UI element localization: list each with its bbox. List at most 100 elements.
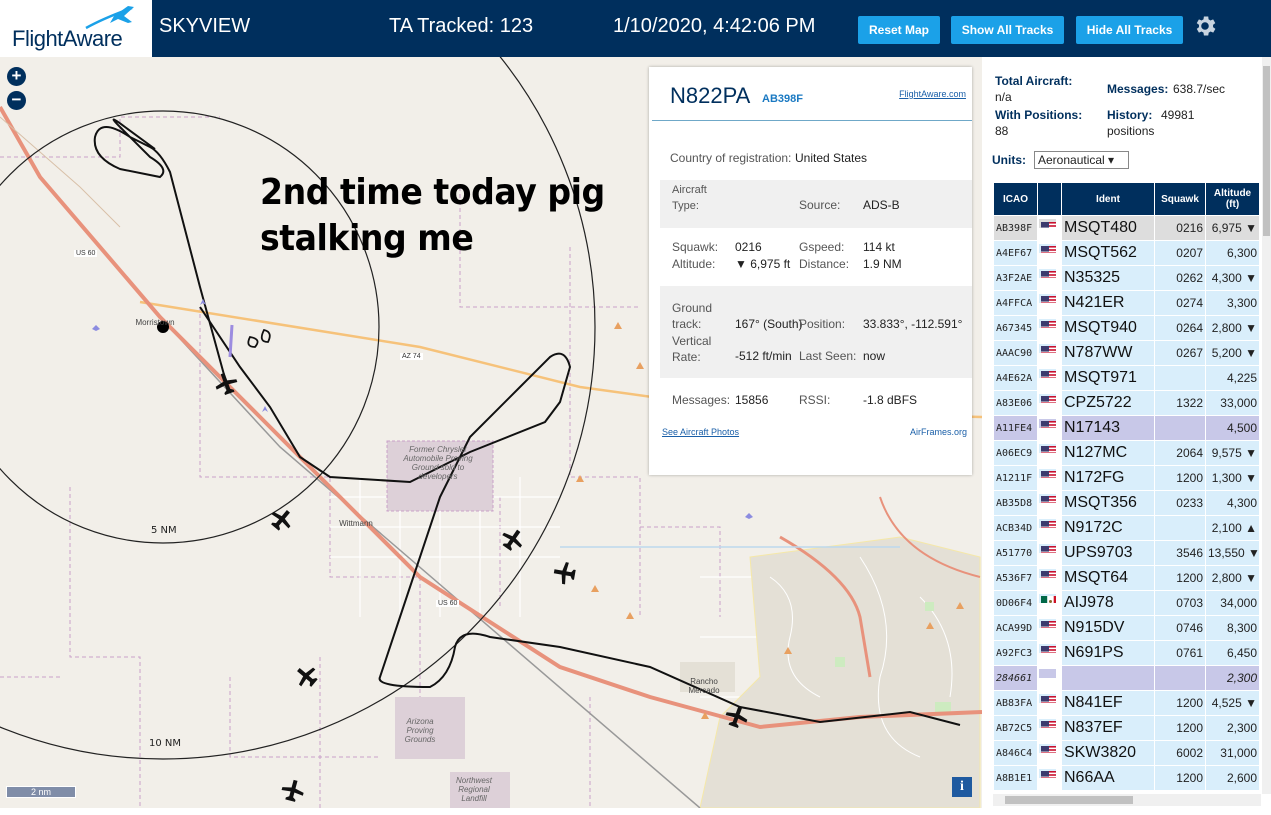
zoom-out-button[interactable]: − xyxy=(7,91,26,110)
cell-ident: N837EF xyxy=(1061,715,1155,741)
aircraft-icon[interactable] xyxy=(498,524,528,554)
landfill-label: Northwest Regional Landfill xyxy=(455,776,492,803)
table-row[interactable]: AB35D8 MSQT356 0233 4,300 xyxy=(993,490,1259,516)
show-all-tracks-button[interactable]: Show All Tracks xyxy=(951,16,1064,44)
cell-flag xyxy=(1038,517,1057,529)
aircraft-icon[interactable] xyxy=(280,777,307,803)
gspeed-label: Gspeed: xyxy=(799,240,845,254)
col-flag[interactable] xyxy=(1037,182,1062,216)
cell-altitude: 4,225 xyxy=(1205,365,1259,391)
az74-shield: AZ 74 xyxy=(400,353,423,360)
table-row[interactable]: A8B1E1 N66AA 1200 2,600 xyxy=(993,765,1259,791)
cell-ident: UPS9703 xyxy=(1061,540,1155,566)
cell-altitude: 4,525 ▼ xyxy=(1205,690,1259,716)
col-squawk[interactable]: Squawk xyxy=(1154,182,1206,216)
aircraft-table-wrapper[interactable]: ICAO Ident Squawk Altitude (ft) AB398F MS… xyxy=(993,182,1259,792)
cell-flag xyxy=(1038,417,1057,429)
total-aircraft-value: n/a xyxy=(995,90,1012,104)
cell-ident: N66AA xyxy=(1061,765,1155,791)
morristown-label: Morristown xyxy=(135,318,175,327)
zoom-in-button[interactable]: + xyxy=(7,67,26,86)
us-flag-icon xyxy=(1041,521,1056,528)
table-row[interactable]: AB83FA N841EF 1200 4,525 ▼ xyxy=(993,690,1259,716)
cell-altitude: 8,300 xyxy=(1205,615,1259,641)
table-row[interactable]: A3F2AE N35325 0262 4,300 ▼ xyxy=(993,265,1259,291)
cell-icao: A51770 xyxy=(993,540,1038,566)
cell-flag xyxy=(1038,717,1057,729)
table-row[interactable]: A4EF67 MSQT562 0207 6,300 xyxy=(993,240,1259,266)
messages-rate-label: Messages: xyxy=(1107,82,1169,96)
source-label: Source: xyxy=(799,198,841,212)
gear-icon[interactable] xyxy=(1192,13,1218,39)
position-label: Position: xyxy=(799,317,846,331)
table-row[interactable]: A1211F N172FG 1200 1,300 ▼ xyxy=(993,465,1259,491)
table-row[interactable]: A06EC9 N127MC 2064 9,575 ▼ xyxy=(993,440,1259,466)
vrate-label: Vertical Rate: xyxy=(672,334,712,364)
table-row[interactable]: A51770 UPS9703 3546 13,550 ▼ xyxy=(993,540,1259,566)
cell-icao: A8B1E1 xyxy=(993,765,1038,791)
aircraft-photos-link[interactable]: See Aircraft Photos xyxy=(662,427,739,437)
cell-ident: N787WW xyxy=(1061,340,1155,366)
aircraft-table: ICAO Ident Squawk Altitude (ft) AB398F MS… xyxy=(993,182,1259,791)
cell-squawk: 0746 xyxy=(1154,615,1206,641)
us-flag-icon xyxy=(1041,421,1056,428)
aircraft-icon[interactable] xyxy=(552,560,577,585)
cell-flag xyxy=(1038,317,1057,329)
cell-squawk: 1200 xyxy=(1154,765,1206,791)
reset-map-button[interactable]: Reset Map xyxy=(858,16,940,44)
table-row[interactable]: AB398F MSQT480 0216 6,975 ▼ xyxy=(993,215,1259,241)
cell-squawk: 1200 xyxy=(1154,690,1206,716)
hide-all-tracks-button[interactable]: Hide All Tracks xyxy=(1076,16,1183,44)
table-row[interactable]: ACA99D N915DV 0746 8,300 xyxy=(993,615,1259,641)
table-row[interactable]: ACB34D N9172C 2,100 ▲ xyxy=(993,515,1259,541)
cell-altitude: 2,100 ▲ xyxy=(1205,515,1259,541)
table-row[interactable]: A11FE4 N17143 4,500 xyxy=(993,415,1259,441)
type-source-row: Aircraft Type: Source: ADS-B xyxy=(660,180,972,228)
us-flag-icon xyxy=(1041,471,1056,478)
gspeed-value: 114 kt xyxy=(863,240,895,254)
table-row[interactable]: AB72C5 N837EF 1200 2,300 xyxy=(993,715,1259,741)
cell-ident: MSQT480 xyxy=(1061,215,1155,241)
map-info-button[interactable]: i xyxy=(952,777,972,797)
cell-flag xyxy=(1038,767,1057,779)
cell-icao: A536F7 xyxy=(993,565,1038,591)
cell-ident: N841EF xyxy=(1061,690,1155,716)
table-row[interactable]: A92FC3 N691PS 0761 6,450 xyxy=(993,640,1259,666)
flightaware-link[interactable]: FlightAware.com xyxy=(899,89,966,99)
cell-ident: MSQT64 xyxy=(1061,565,1155,591)
scale-bar: 2 nm xyxy=(6,786,76,798)
table-row[interactable]: AAAC90 N787WW 0267 5,200 ▼ xyxy=(993,340,1259,366)
col-ident[interactable]: Ident xyxy=(1061,182,1155,216)
cell-altitude: 4,300 ▼ xyxy=(1205,265,1259,291)
cell-squawk xyxy=(1154,415,1206,441)
table-row[interactable]: A67345 MSQT940 0264 2,800 ▼ xyxy=(993,315,1259,341)
aircraft-icon[interactable] xyxy=(267,504,297,534)
cell-altitude: 33,000 xyxy=(1205,390,1259,416)
col-icao[interactable]: ICAO xyxy=(993,182,1038,216)
col-altitude[interactable]: Altitude (ft) xyxy=(1205,182,1259,216)
horizontal-scroll-thumb[interactable] xyxy=(1005,796,1133,804)
cell-icao: A4EF67 xyxy=(993,240,1038,266)
table-row[interactable]: A846C4 SKW3820 6002 31,000 xyxy=(993,740,1259,766)
table-row[interactable]: A4E62A MSQT971 4,225 xyxy=(993,365,1259,391)
cell-icao: A11FE4 xyxy=(993,415,1038,441)
cell-altitude: 6,450 xyxy=(1205,640,1259,666)
altitude-label: Altitude: xyxy=(672,257,716,271)
table-row[interactable]: A4FFCA N421ER 0274 3,300 xyxy=(993,290,1259,316)
flightaware-logo[interactable]: FlightAware xyxy=(0,0,152,57)
aircraft-icon[interactable] xyxy=(291,661,321,691)
airframes-link[interactable]: AirFrames.org xyxy=(910,427,967,437)
messages-rate-value: 638.7/sec xyxy=(1173,82,1226,96)
ring-label-5nm: 5 NM xyxy=(151,525,177,536)
vertical-scroll-thumb[interactable] xyxy=(1263,66,1270,236)
cell-ident: N127MC xyxy=(1061,440,1155,466)
units-select[interactable]: Aeronautical ▾ xyxy=(1034,151,1129,169)
table-row[interactable]: 0D06F4 AIJ978 0703 34,000 xyxy=(993,590,1259,616)
cell-squawk: 0207 xyxy=(1154,240,1206,266)
table-row[interactable]: A83E06 CPZ5722 1322 33,000 xyxy=(993,390,1259,416)
logo-text: FlightAware xyxy=(12,26,123,52)
cell-altitude: 3,300 xyxy=(1205,290,1259,316)
table-row[interactable]: A536F7 MSQT64 1200 2,800 ▼ xyxy=(993,565,1259,591)
country-row: Country of registration: United States xyxy=(660,151,972,171)
table-row[interactable]: 284661 2,300 xyxy=(993,665,1259,691)
